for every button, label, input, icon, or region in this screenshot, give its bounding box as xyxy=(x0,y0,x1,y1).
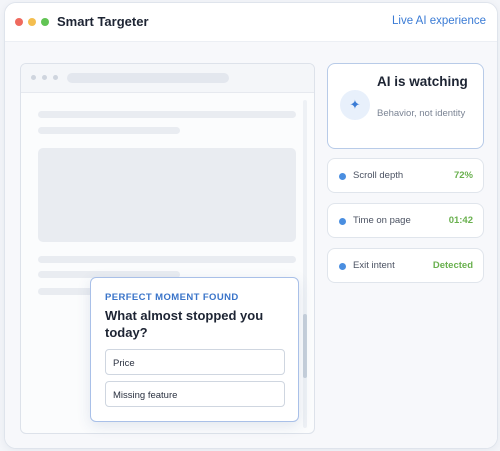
status-dot-icon xyxy=(339,218,346,225)
metric-exit-intent: Exit intent Detected xyxy=(327,248,484,283)
skeleton-line xyxy=(38,256,296,263)
metric-label: Time on page xyxy=(353,215,411,226)
metric-value: 01:42 xyxy=(448,215,473,226)
metric-label: Scroll depth xyxy=(353,170,404,181)
address-bar-placeholder xyxy=(67,73,229,83)
live-ai-experience-link[interactable]: Live AI experience xyxy=(392,15,486,27)
metric-scroll-depth: Scroll depth 72% xyxy=(327,158,484,193)
status-dot-icon xyxy=(339,263,346,270)
status-dot-icon xyxy=(339,173,346,180)
survey-popup: PERFECT MOMENT FOUND What almost stopped… xyxy=(90,277,299,422)
minimize-window-button[interactable] xyxy=(28,18,36,26)
popup-kicker: PERFECT MOMENT FOUND xyxy=(105,292,239,303)
close-window-button[interactable] xyxy=(15,18,23,26)
metric-label: Exit intent xyxy=(353,260,395,271)
skeleton-line xyxy=(38,127,180,134)
metric-value: 72% xyxy=(453,170,473,181)
app-window: Smart Targeter Live AI experience PERFEC… xyxy=(4,2,498,449)
browser-scrollbar-thumb[interactable] xyxy=(303,314,307,378)
browser-dot xyxy=(31,75,36,80)
skeleton-image-block xyxy=(38,148,296,242)
app-title: Smart Targeter xyxy=(57,14,149,29)
skeleton-line xyxy=(38,288,98,295)
title-bar: Smart Targeter Live AI experience xyxy=(5,3,497,42)
skeleton-line xyxy=(38,111,296,118)
main-content: PERFECT MOMENT FOUND What almost stopped… xyxy=(5,42,497,448)
ai-status-title: AI is watching xyxy=(377,74,468,89)
metric-value: Detected xyxy=(432,260,473,271)
browser-dot xyxy=(42,75,47,80)
ai-status-subtitle: Behavior, not identity xyxy=(377,108,466,119)
sparkle-icon: ✦ xyxy=(340,90,370,120)
popup-question: What almost stopped you today? xyxy=(105,308,264,340)
browser-dot xyxy=(53,75,58,80)
option-missing-feature[interactable]: Missing feature xyxy=(105,381,285,407)
option-price[interactable]: Price xyxy=(105,349,285,375)
maximize-window-button[interactable] xyxy=(41,18,49,26)
metric-time-on-page: Time on page 01:42 xyxy=(327,203,484,238)
ai-status-card: ✦ AI is watching Behavior, not identity xyxy=(327,63,484,149)
browser-toolbar xyxy=(21,64,314,93)
browser-scrollbar-track[interactable] xyxy=(303,100,307,428)
